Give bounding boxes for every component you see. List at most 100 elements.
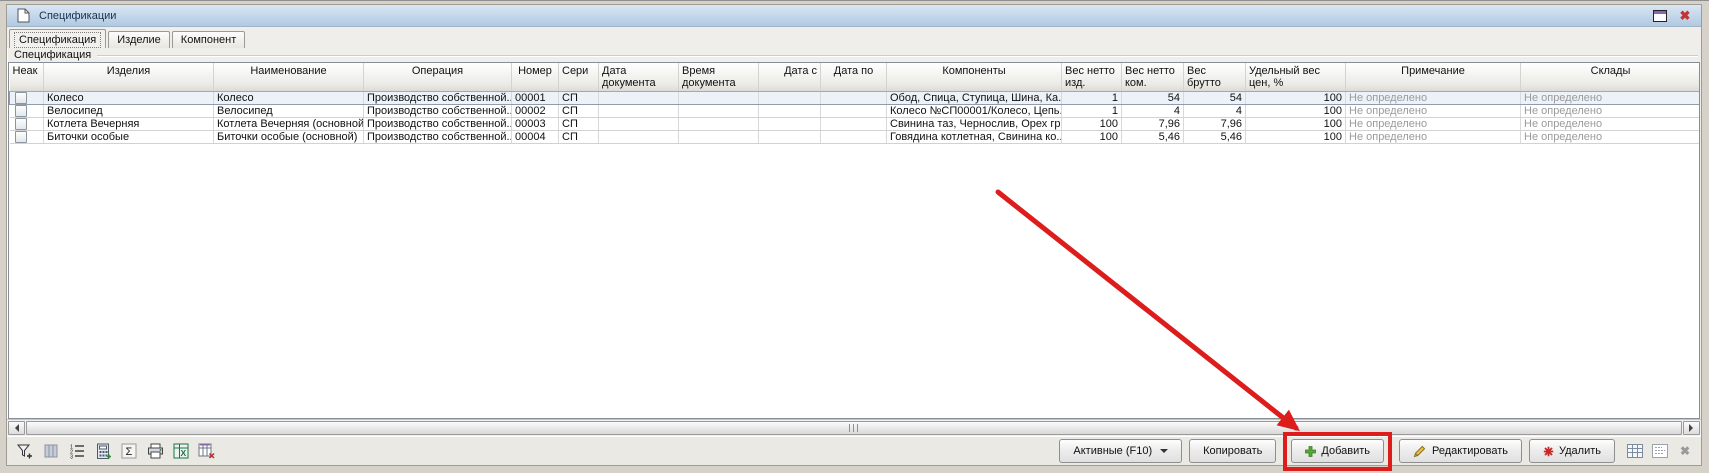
clear-table-icon[interactable] xyxy=(197,442,217,460)
tab-specification[interactable]: Спецификация xyxy=(9,29,106,48)
cell xyxy=(759,130,821,143)
scroll-right-button[interactable] xyxy=(1683,421,1700,435)
table-row[interactable]: ВелосипедВелосипедПроизводство собственн… xyxy=(10,104,1701,117)
close-icon[interactable]: ✖ xyxy=(1676,8,1694,24)
column-header[interactable]: Номер xyxy=(512,63,559,91)
tab-component[interactable]: Компонент xyxy=(172,31,245,48)
cell: Не определено xyxy=(1346,91,1521,104)
cell: 4 xyxy=(1122,104,1184,117)
cell: 00003 xyxy=(512,117,559,130)
cell xyxy=(599,130,679,143)
group-divider xyxy=(97,55,1698,57)
column-header[interactable]: Операция xyxy=(364,63,512,91)
tab-label: Компонент xyxy=(181,34,236,46)
button-label: Редактировать xyxy=(1432,445,1508,457)
delete-button[interactable]: Удалить xyxy=(1529,439,1615,463)
row-numbering-icon[interactable]: 123 xyxy=(67,442,87,460)
calculator-icon[interactable] xyxy=(93,442,113,460)
column-header[interactable]: Компоненты xyxy=(887,63,1062,91)
add-button[interactable]: Добавить xyxy=(1291,439,1384,463)
column-header[interactable]: Время документа xyxy=(679,63,759,91)
cell: 00001 xyxy=(512,91,559,104)
cell: СП xyxy=(559,130,599,143)
svg-text:Σ: Σ xyxy=(126,446,133,458)
filter-add-icon[interactable] xyxy=(15,442,35,460)
cell: 1 xyxy=(1062,104,1122,117)
restore-icon[interactable] xyxy=(1651,8,1669,24)
cell: 00004 xyxy=(512,130,559,143)
print-icon[interactable] xyxy=(145,442,165,460)
row-checkbox[interactable] xyxy=(15,131,27,143)
column-header[interactable]: Наименование xyxy=(214,63,364,91)
column-header[interactable]: Дата по xyxy=(821,63,887,91)
header-row: НеакИзделияНаименованиеОперацияНомерСери… xyxy=(10,63,1701,91)
button-label: Копировать xyxy=(1203,445,1262,457)
button-label: Добавить xyxy=(1321,445,1370,457)
tab-label: Спецификация xyxy=(14,32,101,48)
column-header[interactable]: Неак xyxy=(10,63,44,91)
tab-product[interactable]: Изделие xyxy=(108,31,170,48)
cell: Не определено xyxy=(1346,130,1521,143)
cell: Биточки особые xyxy=(44,130,214,143)
button-label: Активные (F10) xyxy=(1073,445,1152,457)
cell: Колесо №СП00001/Колесо, Цепь... xyxy=(887,104,1062,117)
table-row[interactable]: Биточки особыеБиточки особые (основной)П… xyxy=(10,130,1701,143)
grid-view-icon[interactable] xyxy=(1625,442,1645,460)
scroll-right-arrow-icon xyxy=(1689,424,1697,432)
cell: Производство собственной... xyxy=(364,104,512,117)
cell xyxy=(821,104,887,117)
column-header[interactable]: Вес нетто изд. xyxy=(1062,63,1122,91)
cell: 5,46 xyxy=(1122,130,1184,143)
column-header[interactable]: Склады xyxy=(1521,63,1701,91)
window-title: Спецификации xyxy=(39,10,116,22)
cell: 100 xyxy=(1246,130,1346,143)
column-header[interactable]: Вес брутто xyxy=(1184,63,1246,91)
cell: СП xyxy=(559,104,599,117)
cell: 100 xyxy=(1246,91,1346,104)
active-filter-button[interactable]: Активные (F10) xyxy=(1059,439,1182,463)
cell: 4 xyxy=(1184,104,1246,117)
cell xyxy=(679,91,759,104)
cell: 54 xyxy=(1122,91,1184,104)
spec-table: НеакИзделияНаименованиеОперацияНомерСери… xyxy=(9,63,1700,144)
column-header[interactable]: Вес нетто ком. xyxy=(1122,63,1184,91)
horizontal-scrollbar[interactable] xyxy=(7,419,1701,436)
column-header[interactable]: Удельный вес цен, % xyxy=(1246,63,1346,91)
row-checkbox[interactable] xyxy=(15,92,27,104)
column-header[interactable]: Дата документа xyxy=(599,63,679,91)
cell xyxy=(679,117,759,130)
checkbox-cell xyxy=(10,104,44,117)
cell xyxy=(599,117,679,130)
table-row[interactable]: Котлета ВечерняяКотлета Вечерняя (основн… xyxy=(10,117,1701,130)
tab-bar: Спецификация Изделие Компонент xyxy=(7,27,1701,48)
column-header[interactable]: Изделия xyxy=(44,63,214,91)
cell: 7,96 xyxy=(1184,117,1246,130)
cell: 100 xyxy=(1246,117,1346,130)
cell: Говядина котлетная, Свинина ко... xyxy=(887,130,1062,143)
column-header[interactable]: Сери xyxy=(559,63,599,91)
table-area: НеакИзделияНаименованиеОперацияНомерСери… xyxy=(8,62,1700,419)
row-checkbox[interactable] xyxy=(15,105,27,117)
panel-close-icon[interactable]: ✖ xyxy=(1675,442,1695,460)
cell xyxy=(759,91,821,104)
table-row[interactable]: КолесоКолесоПроизводство собственной...0… xyxy=(10,91,1701,104)
checkbox-cell xyxy=(10,91,44,104)
column-header[interactable]: Дата с xyxy=(759,63,821,91)
cell xyxy=(679,104,759,117)
columns-icon[interactable] xyxy=(41,442,61,460)
scroll-left-button[interactable] xyxy=(8,421,25,435)
export-excel-icon[interactable]: X xyxy=(171,442,191,460)
cell: Не определено xyxy=(1346,117,1521,130)
cell: 7,96 xyxy=(1122,117,1184,130)
row-checkbox[interactable] xyxy=(15,118,27,130)
scrollbar-thumb[interactable] xyxy=(26,421,1682,435)
cell: Производство собственной... xyxy=(364,91,512,104)
scrollbar-grip-icon xyxy=(849,424,859,432)
cell xyxy=(759,104,821,117)
cell: Не определено xyxy=(1521,91,1701,104)
column-header[interactable]: Примечание xyxy=(1346,63,1521,91)
details-view-icon[interactable] xyxy=(1650,442,1670,460)
edit-button[interactable]: Редактировать xyxy=(1399,439,1522,463)
copy-button[interactable]: Копировать xyxy=(1189,439,1276,463)
sum-icon[interactable]: Σ xyxy=(119,442,139,460)
